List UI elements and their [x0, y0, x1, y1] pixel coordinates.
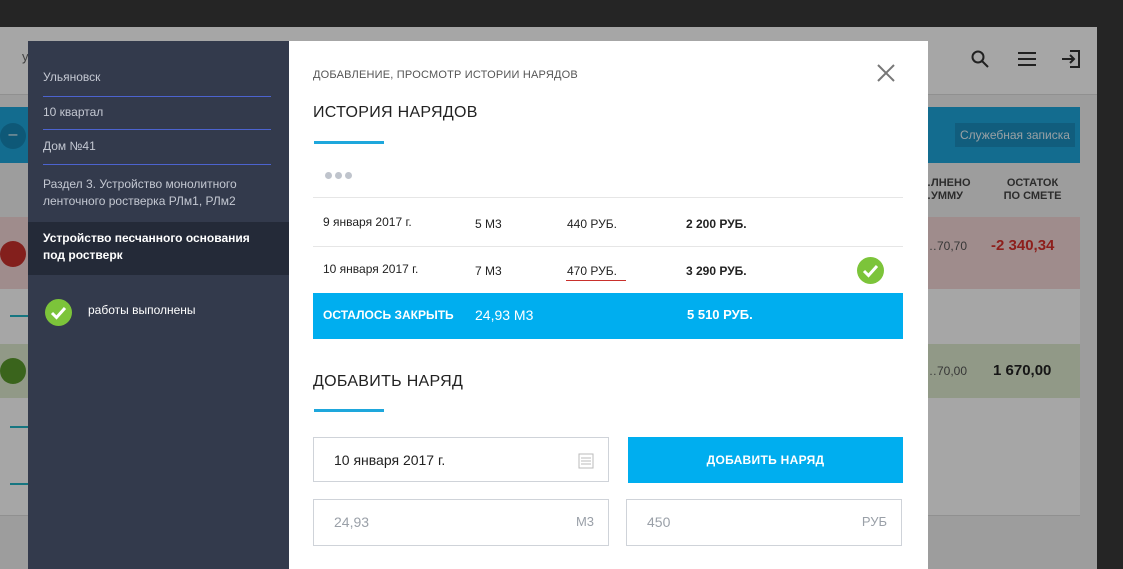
active-work-item[interactable]: Устройство песчанного основания под рост… [28, 222, 289, 275]
breadcrumb-divider [43, 164, 271, 165]
total-label: ОСТАЛОСЬ ЗАКРЫТЬ [323, 308, 454, 322]
breadcrumb-section[interactable]: Раздел 3. Устройство монолитного ленточн… [43, 176, 271, 210]
check-icon [45, 299, 72, 326]
add-order-title: ДОБАВИТЬ НАРЯД [313, 373, 464, 390]
work-orders-modal: ДОБАВЛЕНИЕ, ПРОСМОТР ИСТОРИИ НАРЯДОВ ИСТ… [289, 41, 928, 569]
work-status-label: работы выполнены [88, 303, 196, 317]
history-qty: 7 М3 [475, 264, 502, 278]
title-underline [314, 409, 384, 412]
close-icon[interactable] [875, 62, 897, 84]
history-qty: 5 М3 [475, 217, 502, 231]
breadcrumb-divider [43, 96, 271, 97]
title-underline [314, 141, 384, 144]
modal-subtitle: ДОБАВЛЕНИЕ, ПРОСМОТР ИСТОРИИ НАРЯДОВ [313, 69, 578, 81]
quantity-field[interactable]: 24,93 М3 [313, 499, 609, 546]
breadcrumb-city[interactable]: Ульяновск [43, 70, 271, 84]
divider [313, 246, 903, 247]
active-work-label: Устройство песчанного основания под рост… [43, 231, 250, 262]
add-order-button[interactable]: ДОБАВИТЬ НАРЯД [628, 437, 903, 483]
breadcrumb-divider [43, 129, 271, 130]
total-sum: 5 510 РУБ. [687, 307, 753, 322]
calendar-icon[interactable] [578, 453, 594, 469]
history-price: 440 РУБ. [567, 217, 617, 231]
date-field-value: 10 января 2017 г. [334, 452, 446, 468]
breadcrumb-quarter[interactable]: 10 квартал [43, 105, 271, 119]
history-sum: 2 200 РУБ. [686, 217, 747, 231]
remaining-total-bar: ОСТАЛОСЬ ЗАКРЫТЬ 24,93 М3 5 510 РУБ. [313, 293, 903, 339]
date-field[interactable]: 10 января 2017 г. [313, 437, 609, 482]
divider [313, 197, 903, 198]
history-title: ИСТОРИЯ НАРЯДОВ [313, 104, 478, 121]
object-sidebar: Ульяновск 10 квартал Дом №41 Раздел 3. У… [28, 41, 289, 569]
history-sum: 3 290 РУБ. [686, 264, 747, 278]
history-date: 10 января 2017 г. [323, 262, 419, 276]
price-placeholder: 450 [647, 514, 671, 530]
history-date: 9 января 2017 г. [323, 215, 412, 229]
quantity-placeholder: 24,93 [334, 514, 370, 530]
quantity-unit: М3 [575, 514, 594, 529]
breadcrumb-house[interactable]: Дом №41 [43, 139, 271, 153]
price-error-underline [566, 280, 626, 281]
check-icon[interactable] [857, 257, 884, 284]
price-unit: РУБ [861, 514, 887, 529]
more-icon[interactable] [325, 169, 355, 183]
total-qty: 24,93 М3 [475, 307, 534, 323]
history-price: 470 РУБ. [567, 264, 617, 278]
price-field[interactable]: 450 РУБ [626, 499, 902, 546]
